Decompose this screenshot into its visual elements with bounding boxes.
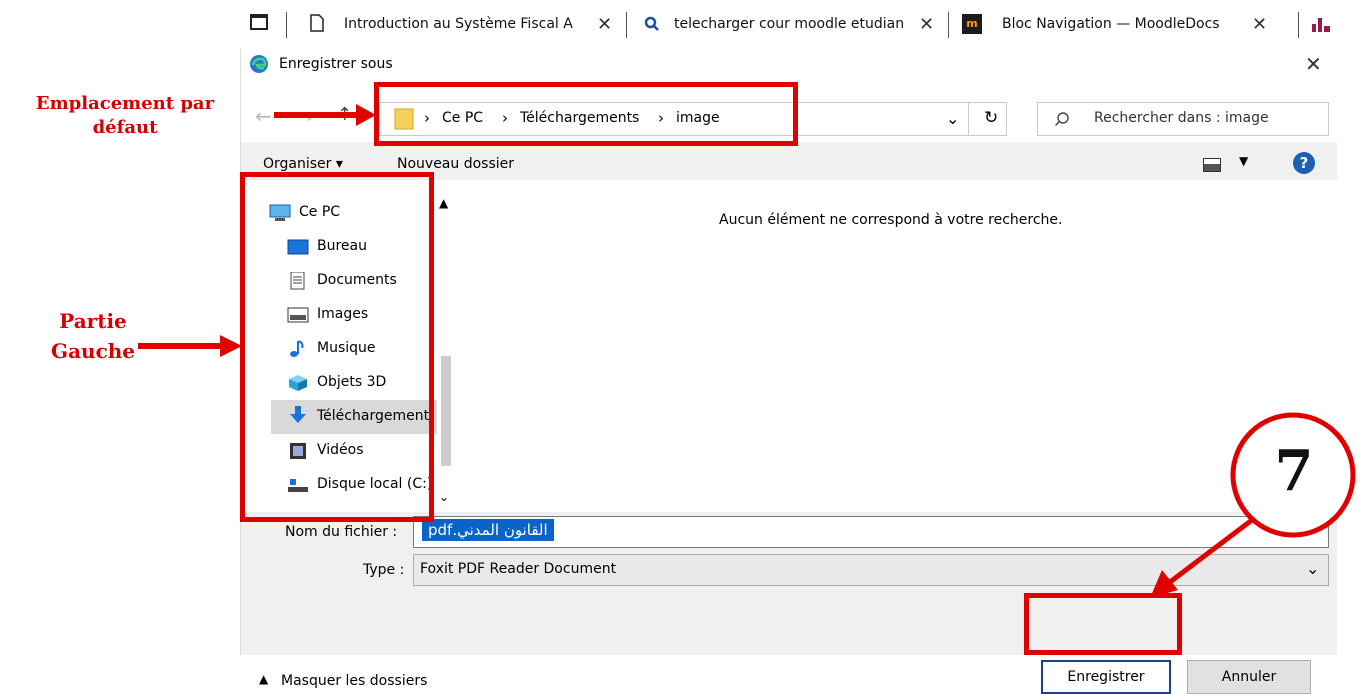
cancel-button[interactable]: Annuler <box>1187 660 1311 694</box>
annotation-arrows <box>138 104 1356 598</box>
hide-folders-label[interactable]: Masquer les dossiers <box>281 673 427 689</box>
step-number: 7 <box>1274 438 1314 504</box>
chevron-up-icon[interactable]: ▲ <box>259 672 268 686</box>
save-button[interactable]: Enregistrer <box>1041 660 1171 694</box>
